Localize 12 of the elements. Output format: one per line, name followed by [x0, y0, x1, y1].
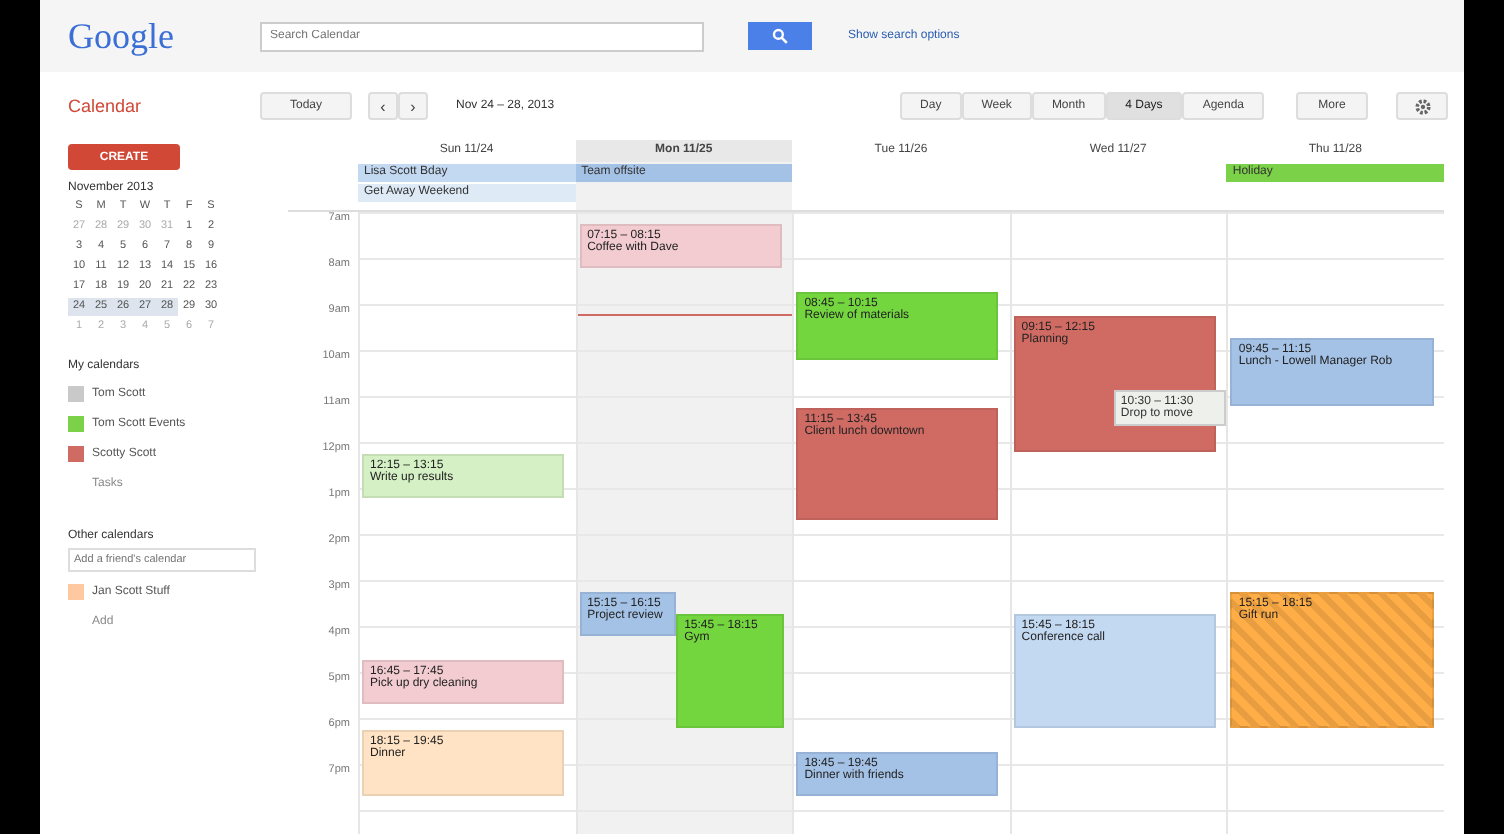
previous-button[interactable]: ‹ [368, 92, 398, 120]
search-icon [772, 28, 788, 44]
google-logo: Google [68, 15, 176, 57]
calendar-color-swatch[interactable] [68, 583, 84, 599]
calendar-color-swatch[interactable] [68, 415, 84, 431]
settings-icon [1413, 97, 1431, 115]
search-button[interactable] [748, 22, 812, 50]
next-button[interactable]: › [398, 92, 428, 120]
app-title: Calendar [68, 96, 144, 116]
calendar-color-swatch[interactable] [68, 385, 84, 401]
settings-button[interactable] [1396, 92, 1448, 120]
calendar-color-swatch[interactable] [68, 445, 84, 461]
